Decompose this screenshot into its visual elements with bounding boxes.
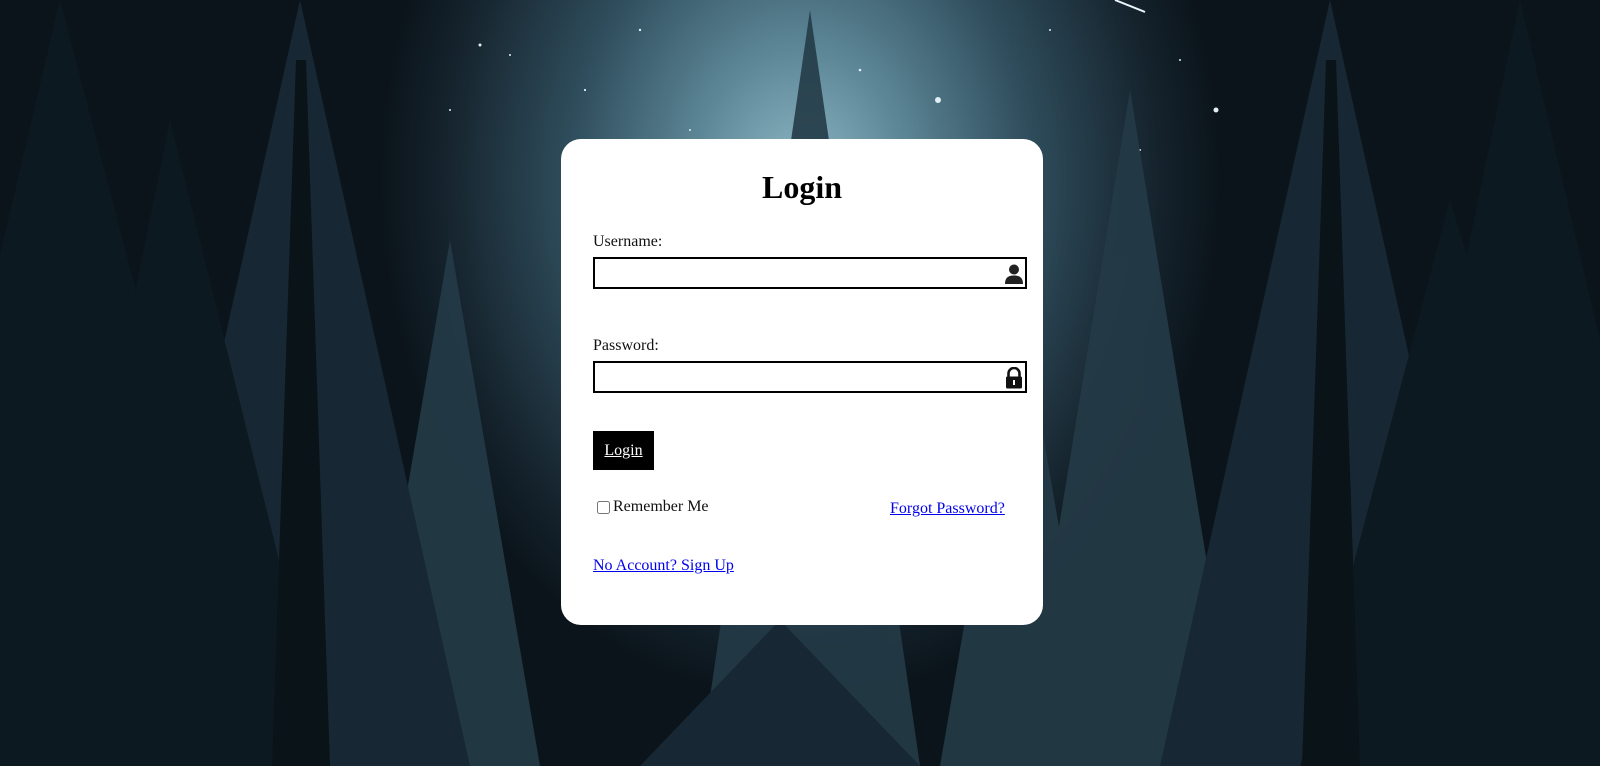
login-button[interactable]: Login xyxy=(593,431,654,470)
password-input[interactable] xyxy=(595,363,995,391)
username-field-wrapper xyxy=(593,257,1027,289)
username-input[interactable] xyxy=(595,259,995,287)
username-label: Username: xyxy=(593,233,663,250)
remember-me-row: Remember Me xyxy=(597,498,709,516)
password-field-wrapper xyxy=(593,361,1027,393)
user-icon xyxy=(1004,263,1024,285)
signup-link[interactable]: No Account? Sign Up xyxy=(593,557,734,575)
password-label: Password: xyxy=(593,337,659,354)
stars xyxy=(449,28,1219,151)
remember-me-checkbox[interactable] xyxy=(597,500,610,514)
login-card: Login Username: Password: Login Remember… xyxy=(561,139,1043,625)
shooting-star xyxy=(1114,0,1146,13)
forgot-password-link[interactable]: Forgot Password? xyxy=(890,500,1005,518)
login-title: Login xyxy=(761,169,843,205)
remember-me-label: Remember Me xyxy=(613,498,709,515)
lock-icon xyxy=(1004,366,1024,389)
